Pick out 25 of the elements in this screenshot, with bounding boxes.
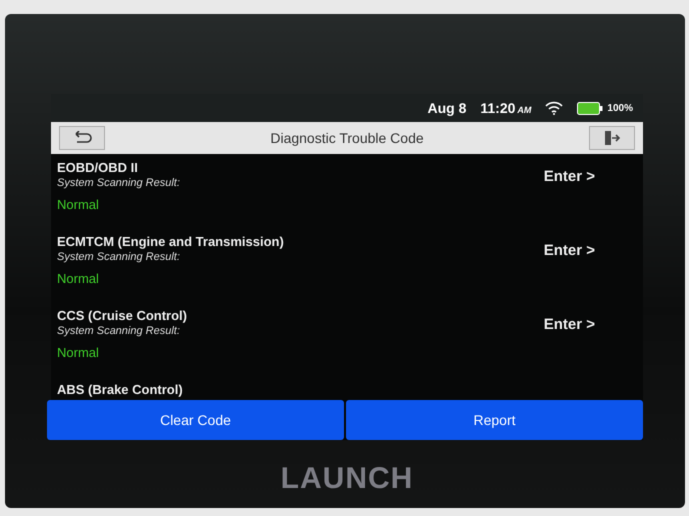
exit-door-icon xyxy=(603,130,621,146)
screen-title: Diagnostic Trouble Code xyxy=(270,130,424,146)
enter-button[interactable]: Enter > xyxy=(544,316,595,333)
scan-result-status: Normal xyxy=(57,197,100,212)
status-date: Aug 8 xyxy=(427,100,466,116)
action-button[interactable]: Report xyxy=(346,400,643,440)
enter-button[interactable]: Enter > xyxy=(544,168,595,185)
scan-result-label: System Scanning Result: xyxy=(57,325,181,337)
battery-icon xyxy=(577,102,604,114)
wifi-icon xyxy=(545,101,564,115)
scan-result-status: Normal xyxy=(57,271,100,286)
scan-result-label: System Scanning Result: xyxy=(57,251,181,263)
system-name: ECMTCM (Engine and Transmission) xyxy=(57,234,284,249)
battery-percentage: 100% xyxy=(607,102,633,114)
back-button[interactable] xyxy=(59,126,105,150)
system-name: ABS (Brake Control) xyxy=(57,382,184,399)
exit-button[interactable] xyxy=(589,126,635,150)
brand-logo: LAUNCH xyxy=(280,462,414,496)
system-name: EOBD/OBD II xyxy=(57,160,139,175)
status-time: 11:20 AM xyxy=(480,100,532,116)
system-name: CCS (Cruise Control) xyxy=(57,308,187,323)
scan-result-status: Normal xyxy=(57,345,100,360)
action-button[interactable]: Clear Code xyxy=(47,400,344,440)
scan-result-label: System Scanning Result: xyxy=(57,177,180,189)
enter-button[interactable]: Enter > xyxy=(544,242,595,259)
